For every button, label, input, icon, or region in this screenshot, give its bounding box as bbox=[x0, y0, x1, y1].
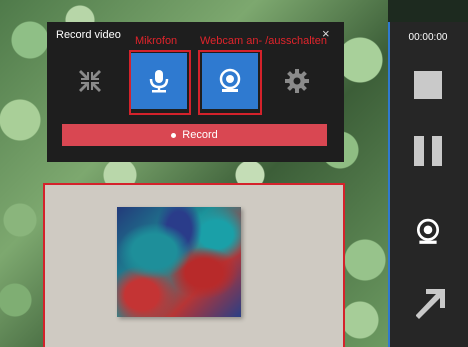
pause-icon bbox=[414, 136, 442, 166]
record-dot-icon bbox=[171, 132, 177, 138]
settings-button[interactable] bbox=[269, 53, 325, 109]
record-label: Record bbox=[182, 129, 218, 141]
record-button[interactable]: Record bbox=[62, 124, 327, 146]
compress-arrows-icon bbox=[79, 70, 101, 92]
stop-button[interactable] bbox=[414, 71, 442, 104]
webcam-highlight bbox=[198, 50, 262, 115]
recording-sidebar: 00:00:00 bbox=[388, 22, 468, 347]
panel-title: Record video bbox=[56, 29, 121, 41]
microphone-annotation: Mikrofon bbox=[135, 35, 178, 47]
webcam-annotation: Webcam an- /ausschalten bbox=[200, 35, 327, 47]
sidebar-webcam-button[interactable] bbox=[414, 218, 442, 251]
webcam-icon bbox=[416, 218, 440, 244]
gear-icon bbox=[285, 69, 309, 93]
microphone-highlight bbox=[129, 50, 191, 115]
expand-button[interactable] bbox=[414, 288, 446, 325]
arrow-diagonal-icon bbox=[416, 289, 445, 319]
pause-button[interactable] bbox=[414, 136, 442, 171]
webcam-preview bbox=[43, 183, 345, 347]
minimize-button[interactable] bbox=[62, 53, 118, 109]
stop-icon bbox=[414, 71, 442, 99]
recording-timer: 00:00:00 bbox=[408, 32, 448, 43]
painting bbox=[117, 207, 241, 317]
